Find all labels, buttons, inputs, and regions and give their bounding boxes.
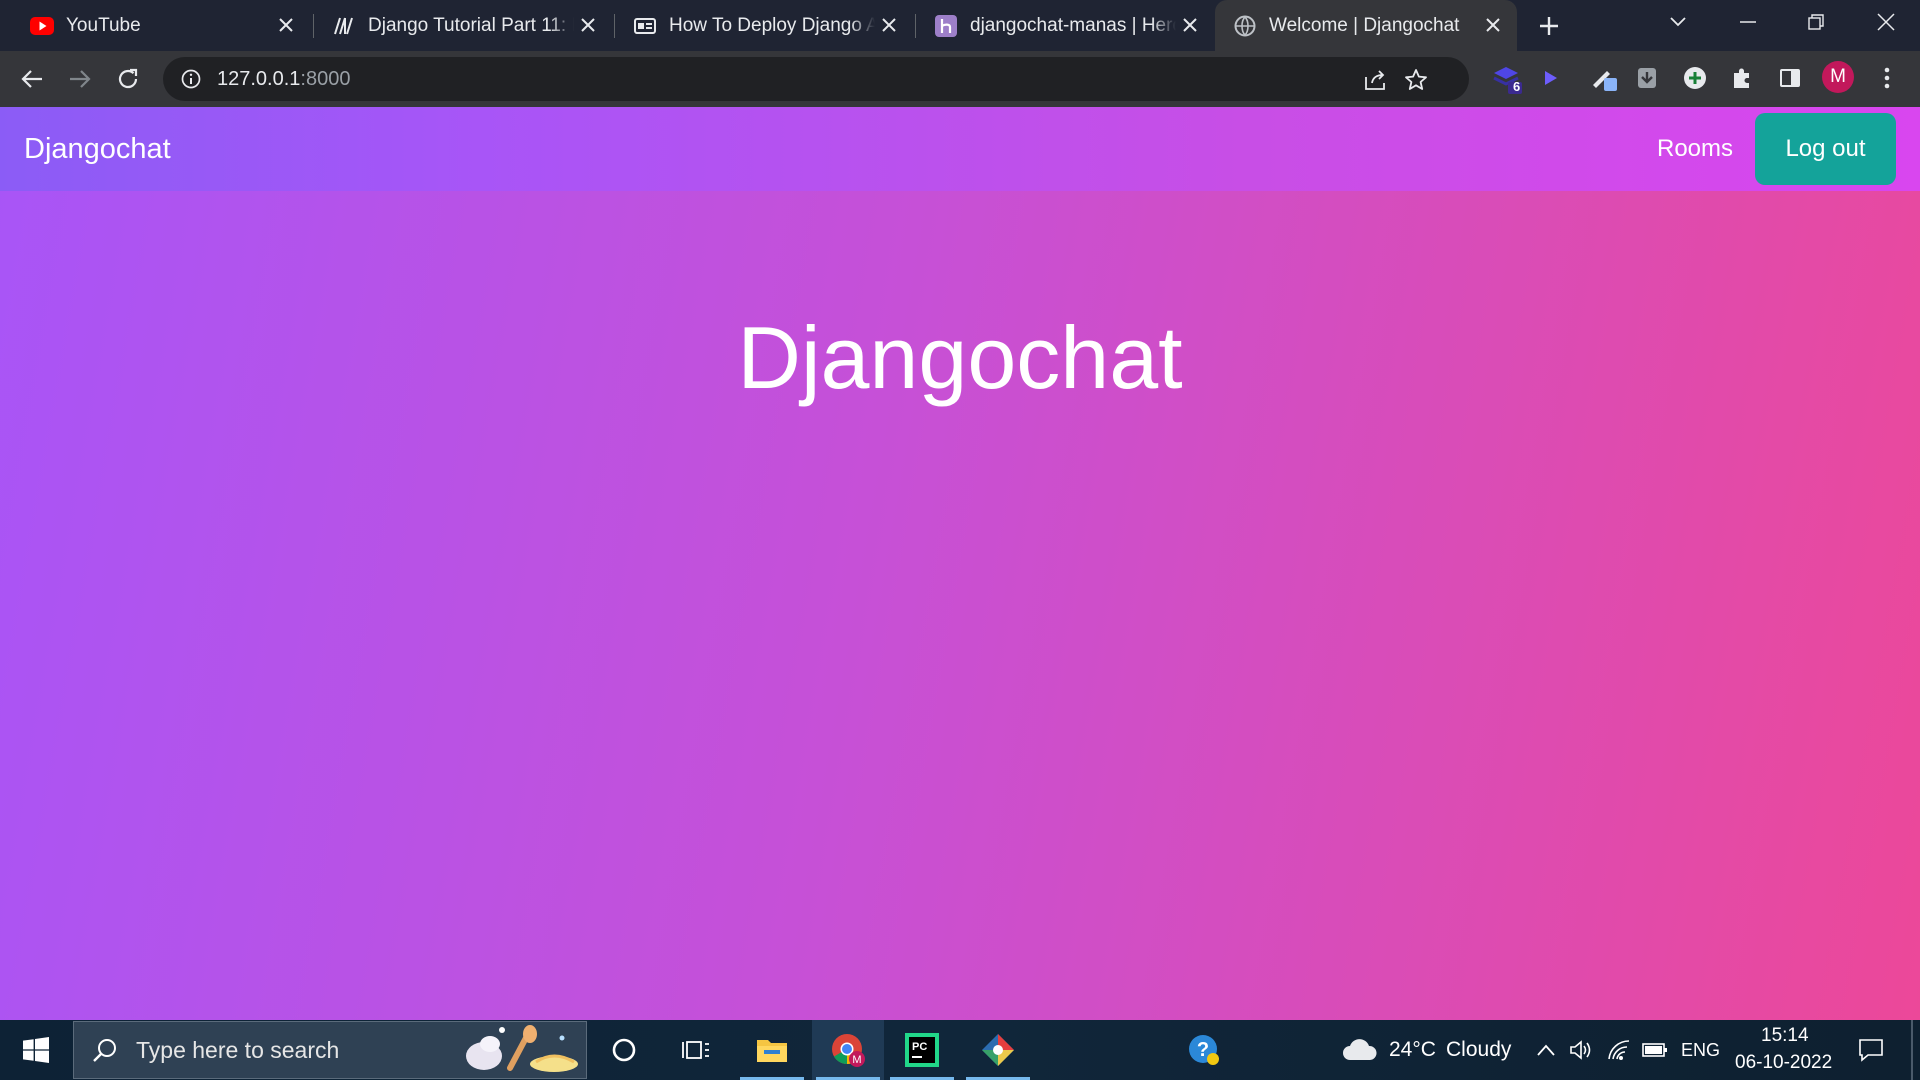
minimize-button[interactable] xyxy=(1730,4,1766,40)
clock-date[interactable]: 06-10-2022 xyxy=(1735,1052,1832,1074)
video-extension-icon[interactable] xyxy=(1533,61,1567,95)
bookmark-star-icon[interactable] xyxy=(1403,67,1429,93)
tab-title: Welcome | Djangochat xyxy=(1269,14,1460,36)
rooms-link[interactable]: Rooms xyxy=(1657,107,1733,191)
cloud-icon[interactable] xyxy=(1341,1035,1379,1065)
tab-title: djangochat-manas | Hero xyxy=(970,14,1176,36)
chevron-up-icon[interactable] xyxy=(1531,1035,1561,1065)
weather-condition[interactable]: Cloudy xyxy=(1446,1038,1511,1062)
tab-django-tutorial[interactable]: Django Tutorial Part 11: D xyxy=(302,0,612,51)
youtube-icon xyxy=(30,14,54,38)
tab-youtube[interactable]: YouTube xyxy=(0,0,310,51)
browser-tab-strip: YouTube Django Tutorial Part 11: D How T… xyxy=(0,0,1920,51)
close-icon[interactable] xyxy=(877,13,901,37)
tab-search-button[interactable] xyxy=(1660,4,1696,40)
show-desktop-button[interactable] xyxy=(1911,1020,1913,1080)
heroku-icon xyxy=(934,14,958,38)
start-button[interactable] xyxy=(0,1020,72,1080)
speaker-icon[interactable] xyxy=(1566,1035,1596,1065)
chrome-icon[interactable]: M xyxy=(812,1020,884,1080)
page-viewport: Djangochat Rooms Log out Djangochat xyxy=(0,107,1920,1020)
file-explorer-icon[interactable] xyxy=(736,1020,808,1080)
url-text: 127.0.0.1:8000 xyxy=(217,68,350,91)
pycharm-icon[interactable]: PC xyxy=(886,1020,958,1080)
site-navbar: Djangochat Rooms Log out xyxy=(0,107,1920,191)
tab-heroku[interactable]: djangochat-manas | Hero xyxy=(904,0,1214,51)
close-icon[interactable] xyxy=(274,13,298,37)
logout-button[interactable]: Log out xyxy=(1755,113,1896,185)
back-button[interactable] xyxy=(14,61,50,97)
reload-button[interactable] xyxy=(110,61,146,97)
close-icon[interactable] xyxy=(1178,13,1202,37)
share-icon[interactable] xyxy=(1363,67,1389,93)
tab-title: How To Deploy Django A| xyxy=(669,14,875,36)
taskbar-search[interactable]: Type here to search xyxy=(73,1021,587,1079)
cortana-icon[interactable] xyxy=(588,1020,660,1080)
add-extension-icon[interactable] xyxy=(1678,61,1712,95)
restore-button[interactable] xyxy=(1798,4,1834,40)
article-icon xyxy=(633,14,657,38)
tab-deploy-django[interactable]: How To Deploy Django A| xyxy=(603,0,913,51)
svg-text:M: M xyxy=(852,1054,861,1066)
search-placeholder: Type here to search xyxy=(136,1036,340,1063)
tab-title: YouTube xyxy=(66,14,141,36)
forward-button[interactable] xyxy=(62,61,98,97)
battery-icon[interactable] xyxy=(1640,1035,1670,1065)
url-port: :8000 xyxy=(300,67,351,90)
pen-extension-icon[interactable] xyxy=(1587,61,1621,95)
close-icon[interactable] xyxy=(1481,13,1505,37)
brand-link[interactable]: Djangochat xyxy=(24,107,171,191)
mdn-icon xyxy=(332,14,356,38)
info-icon[interactable] xyxy=(179,67,203,91)
profile-avatar[interactable]: M xyxy=(1822,61,1854,93)
address-bar[interactable]: 127.0.0.1:8000 xyxy=(163,57,1469,101)
notification-icon[interactable] xyxy=(1856,1035,1886,1065)
page-title: Djangochat xyxy=(737,308,1183,407)
close-window-button[interactable] xyxy=(1868,4,1904,40)
new-tab-button[interactable] xyxy=(1531,8,1567,44)
extension-stack-icon[interactable]: 6 xyxy=(1490,61,1524,95)
browser-toolbar: 127.0.0.1:8000 6 M xyxy=(0,51,1920,107)
globe-icon xyxy=(1233,14,1257,38)
clock-time[interactable]: 15:14 xyxy=(1761,1025,1809,1047)
tab-djangochat[interactable]: Welcome | Djangochat xyxy=(1215,0,1517,51)
task-view-icon[interactable] xyxy=(660,1020,732,1080)
windows-taskbar: Type here to search M PC ? 24°C Cloudy E… xyxy=(0,1020,1920,1080)
git-tool-icon[interactable] xyxy=(962,1020,1034,1080)
tab-title: Django Tutorial Part 11: D xyxy=(368,14,574,36)
language-indicator[interactable]: ENG xyxy=(1681,1040,1720,1061)
help-icon[interactable]: ? xyxy=(1168,1020,1240,1080)
weather-temperature[interactable]: 24°C xyxy=(1389,1038,1436,1062)
side-panel-icon[interactable] xyxy=(1773,61,1807,95)
kebab-menu-icon[interactable] xyxy=(1870,61,1904,95)
extension-badge: 6 xyxy=(1513,79,1521,94)
puzzle-icon[interactable] xyxy=(1725,61,1759,95)
search-highlight-illustration-icon xyxy=(466,1025,578,1072)
close-icon[interactable] xyxy=(576,13,600,37)
wifi-icon[interactable] xyxy=(1604,1035,1634,1065)
url-host: 127.0.0.1 xyxy=(217,67,301,90)
search-icon xyxy=(90,1035,120,1065)
download-extension-icon[interactable] xyxy=(1630,61,1664,95)
svg-text:PC: PC xyxy=(912,1041,927,1053)
